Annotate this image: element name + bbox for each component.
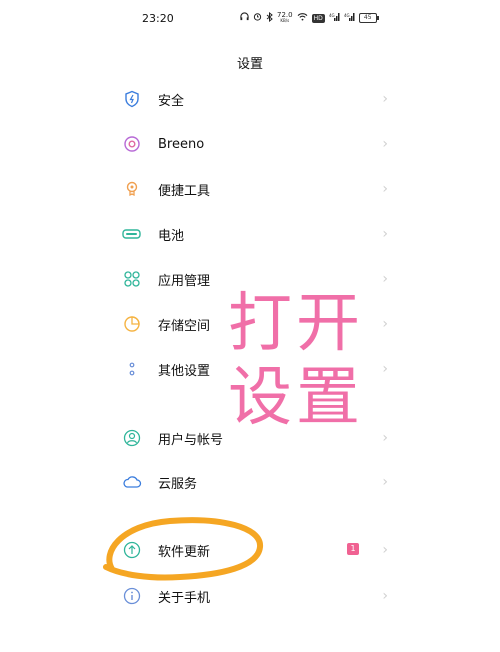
net-speed: 72.0 KB/s: [277, 12, 293, 24]
overlay-caption-line1: 打开: [228, 287, 364, 361]
signal-2-icon: 4G: [344, 12, 355, 24]
chevron-right-icon: ›: [382, 430, 388, 446]
chevron-right-icon: ›: [382, 474, 388, 490]
page-title: 设置: [236, 57, 263, 72]
settings-item-cloud[interactable]: 云服务 ›: [118, 462, 388, 502]
chevron-right-icon: ›: [382, 91, 388, 107]
update-badge: 1: [347, 543, 359, 555]
settings-item-label: 安全: [158, 93, 185, 109]
info-icon: [118, 582, 146, 610]
chevron-right-icon: ›: [382, 226, 388, 242]
chevron-right-icon: ›: [382, 588, 388, 604]
settings-item-label: 电池: [158, 228, 185, 244]
chevron-right-icon: ›: [382, 271, 388, 287]
settings-item-label: Breeno: [158, 136, 205, 152]
wifi-icon: [297, 12, 308, 24]
signal-1-icon: 4G: [329, 12, 340, 24]
chevron-right-icon: ›: [382, 181, 388, 197]
breeno-icon: [118, 130, 146, 158]
settings-item-label: 关于手机: [158, 590, 211, 606]
chevron-right-icon: ›: [382, 542, 388, 558]
chevron-right-icon: ›: [382, 136, 388, 152]
battery-indicator: 45: [358, 13, 379, 23]
overlay-caption-line2: 设置: [228, 361, 364, 435]
shield-icon: [118, 85, 146, 113]
highlight-ring: [103, 517, 263, 581]
signal-1-label: 4G: [329, 13, 335, 18]
status-time: 23:20: [142, 12, 174, 25]
settings-item-label: 应用管理: [158, 273, 211, 289]
headphones-icon: [240, 12, 249, 24]
settings-item-tools[interactable]: 便捷工具 ›: [118, 169, 388, 209]
alarm-icon: [253, 12, 262, 24]
settings-item-label: 便捷工具: [158, 183, 211, 199]
chevron-right-icon: ›: [382, 316, 388, 332]
status-icons: 72.0 KB/s HD 4G 4G 45: [240, 11, 379, 25]
apps-icon: [118, 265, 146, 293]
settings-item-label: 云服务: [158, 476, 198, 492]
settings-item-security[interactable]: 安全 ›: [118, 79, 388, 119]
storage-icon: [118, 310, 146, 338]
signal-2-label: 4G: [344, 13, 350, 18]
chevron-right-icon: ›: [382, 361, 388, 377]
settings-item-breeno[interactable]: Breeno ›: [118, 124, 388, 164]
status-bar: 23:20 72.0 KB/s HD 4G 4G 45: [0, 0, 500, 38]
battery-icon: [118, 220, 146, 248]
more-settings-icon: [118, 355, 146, 383]
user-icon: [118, 424, 146, 452]
bluetooth-icon: [266, 11, 273, 25]
hd-voice-icon: HD: [311, 13, 325, 23]
tools-icon: [118, 175, 146, 203]
settings-item-battery[interactable]: 电池 ›: [118, 214, 388, 254]
net-speed-unit: KB/s: [280, 18, 290, 23]
cloud-icon: [118, 468, 146, 496]
